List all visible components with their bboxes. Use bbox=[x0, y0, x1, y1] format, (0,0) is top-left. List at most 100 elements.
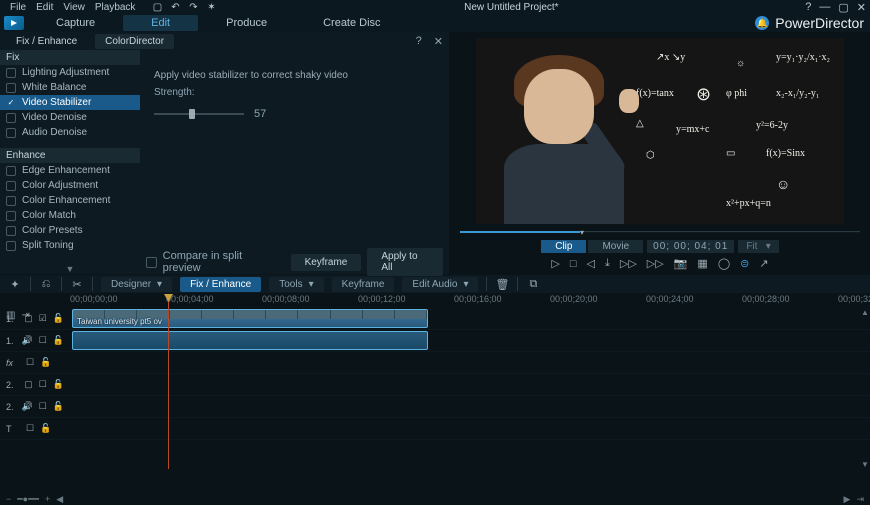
step-forward-icon[interactable]: ▷▷ bbox=[647, 257, 664, 270]
volume-icon[interactable]: ▦ bbox=[697, 257, 707, 270]
track-lock-icon[interactable]: 🔓 bbox=[53, 335, 64, 346]
timeline-view-icon[interactable]: ▥ bbox=[6, 310, 15, 321]
cut-icon[interactable]: ✂ bbox=[70, 278, 84, 291]
track-visible-icon[interactable]: ☐ bbox=[39, 401, 47, 412]
enh-color-adjustment[interactable]: Color Adjustment bbox=[0, 178, 140, 193]
preview-scrubber[interactable]: ▾ bbox=[460, 228, 860, 236]
track-video-icon[interactable]: ▢ bbox=[24, 379, 33, 390]
track-lock-icon[interactable]: 🔓 bbox=[40, 357, 51, 368]
tools-dropdown[interactable]: Tools▾ bbox=[269, 277, 323, 292]
menu-file[interactable]: File bbox=[10, 2, 26, 13]
checkbox[interactable] bbox=[6, 196, 16, 206]
keyframe-button-toolbar[interactable]: Keyframe bbox=[332, 277, 395, 292]
compare-checkbox[interactable] bbox=[146, 257, 157, 268]
tab-capture[interactable]: Capture bbox=[28, 15, 123, 31]
enh-color-enhancement[interactable]: Color Enhancement bbox=[0, 193, 140, 208]
loop-icon[interactable]: ◯ bbox=[718, 257, 730, 270]
video-clip[interactable]: Taiwan university pt5 ov bbox=[72, 309, 428, 328]
fix-lighting-adjustment[interactable]: Lighting Adjustment bbox=[0, 65, 140, 80]
quality-icon[interactable]: ⊜ bbox=[740, 257, 749, 270]
magic-icon[interactable]: ✦ bbox=[8, 278, 22, 291]
apply-to-all-button[interactable]: Apply to All bbox=[367, 248, 443, 276]
save-icon[interactable]: ▢ bbox=[151, 1, 163, 13]
track-lock-icon[interactable]: 🔓 bbox=[53, 401, 64, 412]
zoom-out-icon[interactable]: − bbox=[6, 494, 11, 504]
next-frame-icon[interactable]: ⤓ bbox=[605, 257, 610, 270]
timeline-snap-icon[interactable]: ⇥ bbox=[21, 310, 29, 321]
audio-clip[interactable] bbox=[72, 331, 428, 350]
fit-timeline-icon[interactable]: ⇥ bbox=[856, 494, 864, 505]
preview-fit-dropdown[interactable]: Fit ▾ bbox=[738, 240, 778, 253]
scroll-right-icon[interactable]: ▶ bbox=[844, 494, 851, 505]
panel-close-icon[interactable]: ✕ bbox=[434, 35, 443, 48]
scroll-down-icon[interactable]: ▼ bbox=[66, 264, 75, 274]
menu-playback[interactable]: Playback bbox=[95, 2, 136, 13]
track-lock-icon[interactable]: 🔓 bbox=[40, 423, 51, 434]
checkbox[interactable] bbox=[6, 166, 16, 176]
split-icon[interactable]: ⎌ bbox=[39, 278, 53, 291]
zoom-slider[interactable]: ━●━━ bbox=[17, 494, 39, 505]
track-visible-icon[interactable]: ☐ bbox=[39, 379, 47, 390]
undo-icon[interactable]: ↶ bbox=[169, 1, 181, 13]
prev-frame-icon[interactable]: ◁ bbox=[587, 257, 595, 270]
enh-color-presets[interactable]: Color Presets bbox=[0, 223, 140, 238]
track-visible-icon[interactable]: ☐ bbox=[26, 423, 34, 434]
close-icon[interactable]: ✕ bbox=[857, 1, 866, 14]
notification-icon[interactable]: 🔔 bbox=[755, 16, 769, 30]
track-audio-2[interactable]: 2.🔊☐🔓 bbox=[0, 396, 870, 418]
tab-produce[interactable]: Produce bbox=[198, 15, 295, 31]
strength-slider[interactable] bbox=[154, 113, 244, 115]
timeline-ruler[interactable]: 00;00;00;00 00;00;04;00 00;00;08;00 00;0… bbox=[70, 294, 870, 308]
track-video-2[interactable]: 2.▢☐🔓 bbox=[0, 374, 870, 396]
stop-icon[interactable]: □ bbox=[570, 258, 577, 270]
maximize-icon[interactable]: ▢ bbox=[838, 1, 848, 14]
track-video-1[interactable]: 1.▢☑🔓 Taiwan university pt5 ov bbox=[0, 308, 870, 330]
fast-forward-icon[interactable]: ▷▷ bbox=[620, 257, 637, 270]
preview-mode-movie[interactable]: Movie bbox=[588, 240, 643, 253]
fix-video-denoise[interactable]: Video Denoise bbox=[0, 110, 140, 125]
delete-icon[interactable]: 🗑 bbox=[495, 278, 509, 291]
scroll-left-icon[interactable]: ◀ bbox=[56, 494, 63, 505]
checkbox[interactable] bbox=[6, 226, 16, 236]
checkbox[interactable] bbox=[6, 211, 16, 221]
preview-mode-clip[interactable]: Clip bbox=[541, 240, 586, 253]
track-title[interactable]: T☐🔓 bbox=[0, 418, 870, 440]
timeline-scroll-vertical[interactable]: ▲▼ bbox=[860, 308, 870, 469]
settings-icon[interactable]: ✶ bbox=[205, 1, 217, 13]
track-visible-icon[interactable]: ☐ bbox=[39, 335, 47, 346]
zoom-in-icon[interactable]: + bbox=[45, 494, 50, 504]
tab-create-disc[interactable]: Create Disc bbox=[295, 15, 408, 31]
more-icon[interactable]: ⧉ bbox=[526, 278, 540, 291]
fix-video-stabilizer[interactable]: ✓Video Stabilizer bbox=[0, 95, 140, 110]
menu-edit[interactable]: Edit bbox=[36, 2, 53, 13]
keyframe-button[interactable]: Keyframe bbox=[291, 254, 362, 271]
edit-audio-dropdown[interactable]: Edit Audio▾ bbox=[402, 277, 478, 292]
fix-enhance-button[interactable]: Fix / Enhance bbox=[180, 277, 261, 292]
panel-tab-fix-enhance[interactable]: Fix / Enhance bbox=[6, 34, 87, 49]
track-fx[interactable]: fx☐🔓 bbox=[0, 352, 870, 374]
help-icon[interactable]: ? bbox=[805, 1, 811, 14]
checkbox[interactable] bbox=[6, 113, 16, 123]
panel-tab-colordirector[interactable]: ColorDirector bbox=[95, 34, 174, 49]
enh-split-toning[interactable]: Split Toning bbox=[0, 238, 140, 253]
redo-icon[interactable]: ↷ bbox=[187, 1, 199, 13]
play-icon[interactable]: ▷ bbox=[551, 257, 559, 270]
designer-dropdown[interactable]: Designer▾ bbox=[101, 277, 172, 292]
checkbox[interactable] bbox=[6, 181, 16, 191]
fix-audio-denoise[interactable]: Audio Denoise bbox=[0, 125, 140, 140]
checkbox[interactable] bbox=[6, 241, 16, 251]
menu-view[interactable]: View bbox=[63, 2, 85, 13]
track-visible-icon[interactable]: ☐ bbox=[26, 357, 34, 368]
fix-white-balance[interactable]: White Balance bbox=[0, 80, 140, 95]
checkbox[interactable] bbox=[6, 68, 16, 78]
panel-help-icon[interactable]: ? bbox=[416, 35, 422, 47]
minimize-icon[interactable]: — bbox=[819, 1, 830, 14]
checkbox[interactable] bbox=[6, 83, 16, 93]
track-audio-icon[interactable]: 🔊 bbox=[21, 401, 32, 412]
playhead[interactable] bbox=[168, 294, 169, 469]
track-audio-icon[interactable]: 🔊 bbox=[21, 335, 32, 346]
snapshot-icon[interactable]: 📷 bbox=[674, 257, 688, 270]
track-audio-1[interactable]: 1.🔊☐🔓 bbox=[0, 330, 870, 352]
track-lock-icon[interactable]: 🔓 bbox=[53, 379, 64, 390]
undock-icon[interactable]: ↗ bbox=[759, 257, 768, 270]
